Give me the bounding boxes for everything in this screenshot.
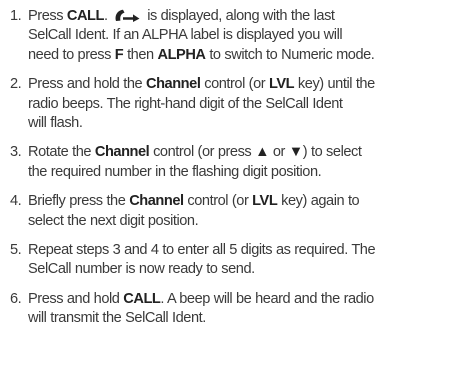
emphasized-term: ALPHA xyxy=(157,46,206,63)
step-text-line: will transmit the SelCall Ident. xyxy=(28,309,448,328)
emphasized-term: LVL xyxy=(268,76,295,93)
emphasized-term: ▼ xyxy=(288,144,303,161)
emphasized-term: Channel xyxy=(129,193,184,210)
emphasized-term: LVL xyxy=(252,193,278,210)
text-segment: control (or xyxy=(200,76,269,93)
step-text-line: Rotate the Channel control (or press ▲ o… xyxy=(28,143,448,162)
instruction-step: 4. Briefly press the Channel control (or … xyxy=(0,192,454,231)
step-number: 6. xyxy=(10,290,22,307)
instruction-step: 5. Repeat steps 3 and 4 to enter all 5 di… xyxy=(0,241,454,280)
emphasized-term: CALL xyxy=(66,8,105,24)
text-segment: Press and hold xyxy=(28,290,124,307)
text-segment: will transmit the SelCall Ident. xyxy=(28,310,206,327)
step-text-line: Press and hold CALL. A beep will be hear… xyxy=(28,290,448,309)
text-segment: Rotate the xyxy=(28,144,95,161)
step-text-line: will flash. xyxy=(28,114,448,133)
emphasized-term: F xyxy=(114,46,124,63)
step-text-line: Repeat steps 3 and 4 to enter all 5 digi… xyxy=(28,241,448,260)
emphasized-term: ▲ xyxy=(255,144,270,161)
text-segment: select the next digit position. xyxy=(28,212,199,229)
text-segment: Press xyxy=(28,8,67,24)
text-segment: Repeat steps 3 and 4 to enter all 5 digi… xyxy=(28,242,376,259)
emphasized-term: Channel xyxy=(146,76,201,93)
text-segment: need to press xyxy=(28,46,115,63)
text-segment: or xyxy=(269,144,289,161)
text-segment: . xyxy=(103,8,112,24)
step-text-line: Press and hold the Channel control (or L… xyxy=(28,75,448,94)
step-number: 2. xyxy=(10,76,22,93)
text-segment: will flash. xyxy=(28,115,83,132)
emphasized-term: Channel xyxy=(94,144,150,161)
text-segment: . A beep will be heard and the radio xyxy=(160,290,374,307)
text-segment: control (or press xyxy=(149,144,256,161)
instruction-step: 1. Press CALL. is displayed, along with t… xyxy=(0,7,454,65)
text-segment: Briefly press the xyxy=(28,193,130,210)
step-text-line: Press CALL. is displayed, along with the… xyxy=(28,7,448,26)
instruction-steps: 1. Press CALL. is displayed, along with t… xyxy=(0,7,454,339)
text-segment: to switch to Numeric mode. xyxy=(205,46,375,63)
text-segment: SelCall number is now ready to send. xyxy=(28,261,255,278)
step-number: 3. xyxy=(10,144,22,161)
call-arrow-icon xyxy=(115,9,140,22)
step-number: 5. xyxy=(10,242,22,259)
text-segment: then xyxy=(123,46,158,63)
instruction-step: 3. Rotate the Channel control (or press ▲… xyxy=(0,143,454,182)
text-segment: the required number in the flashing digi… xyxy=(28,163,322,180)
text-segment: key) until the xyxy=(294,76,375,93)
instruction-step: 6. Press and hold CALL. A beep will be he… xyxy=(0,290,454,329)
text-segment: radio beeps. The right-hand digit of the… xyxy=(28,95,343,112)
step-text-line: need to press F then ALPHA to switch to … xyxy=(28,46,448,65)
step-text-line: Briefly press the Channel control (or LV… xyxy=(28,192,448,211)
step-text-line: SelCall number is now ready to send. xyxy=(28,260,448,279)
text-segment: Press and hold the xyxy=(28,76,146,93)
emphasized-term: CALL xyxy=(123,290,161,307)
text-segment: SelCall Ident. If an ALPHA label is disp… xyxy=(28,27,343,44)
text-segment: ) to select xyxy=(302,144,362,161)
step-text-line: SelCall Ident. If an ALPHA label is disp… xyxy=(28,26,448,45)
instruction-step: 2. Press and hold the Channel control (or… xyxy=(0,75,454,133)
step-text-line: select the next digit position. xyxy=(28,212,448,231)
text-segment: is displayed, along with the last xyxy=(143,8,335,24)
text-segment: key) again to xyxy=(277,193,360,210)
step-number: 1. xyxy=(10,8,22,24)
step-number: 4. xyxy=(10,193,22,210)
step-text-line: the required number in the flashing digi… xyxy=(28,163,448,182)
step-text-line: radio beeps. The right-hand digit of the… xyxy=(28,95,448,114)
text-segment: control (or xyxy=(183,193,253,210)
